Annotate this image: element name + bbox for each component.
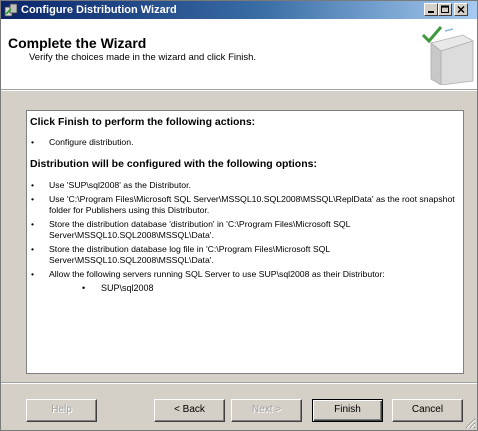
finish-label: Finish bbox=[334, 404, 361, 415]
bullet: • bbox=[31, 219, 35, 229]
help-label: Help bbox=[51, 404, 72, 415]
action-item: • Configure distribution. bbox=[30, 137, 457, 148]
maximize-icon bbox=[441, 5, 449, 13]
server-item: • SUP\sql2008 bbox=[30, 283, 457, 294]
title-bar[interactable]: Configure Distribution Wizard bbox=[1, 1, 477, 19]
next-button[interactable]: Next > bbox=[231, 399, 302, 422]
wizard-window: Configure Distribution Wizard Complete t… bbox=[0, 0, 478, 431]
options-heading: Distribution will be configured with the… bbox=[30, 158, 317, 170]
option-text: Use 'C:\Program Files\Microsoft SQL Serv… bbox=[49, 194, 455, 215]
server-check-icon bbox=[421, 26, 474, 85]
minimize-icon bbox=[428, 11, 434, 13]
back-label: < Back bbox=[174, 404, 205, 415]
option-text: Store the distribution database log file… bbox=[49, 244, 330, 265]
cancel-label: Cancel bbox=[411, 404, 444, 415]
finish-button[interactable]: Finish bbox=[312, 399, 383, 422]
actions-heading: Click Finish to perform the following ac… bbox=[30, 116, 256, 128]
option-text: Use 'SUP\sql2008' as the Distributor. bbox=[49, 180, 191, 190]
bullet: • bbox=[31, 269, 35, 279]
bullet: • bbox=[31, 244, 35, 254]
close-icon bbox=[457, 5, 465, 14]
bullet: • bbox=[31, 137, 35, 147]
server-name: SUP\sql2008 bbox=[101, 283, 154, 293]
option-item: • Allow the following servers running SQ… bbox=[30, 269, 457, 280]
help-button[interactable]: Help bbox=[26, 399, 97, 422]
resize-grip-icon[interactable] bbox=[463, 416, 476, 429]
action-text: Configure distribution. bbox=[49, 137, 134, 147]
summary-panel[interactable]: Click Finish to perform the following ac… bbox=[26, 110, 464, 374]
option-text: Allow the following servers running SQL … bbox=[49, 269, 385, 279]
bullet: • bbox=[31, 180, 35, 190]
page-title: Complete the Wizard bbox=[8, 35, 147, 51]
header-divider bbox=[1, 90, 477, 91]
page-subtitle: Verify the choices made in the wizard an… bbox=[29, 52, 257, 63]
minimize-button[interactable] bbox=[424, 3, 438, 16]
maximize-button[interactable] bbox=[438, 3, 452, 16]
close-button[interactable] bbox=[454, 3, 468, 16]
next-label: Next > bbox=[251, 404, 282, 415]
bullet: • bbox=[31, 194, 35, 204]
cancel-button[interactable]: Cancel bbox=[392, 399, 463, 422]
option-item: • Use 'C:\Program Files\Microsoft SQL Se… bbox=[30, 194, 457, 216]
option-item: • Use 'SUP\sql2008' as the Distributor. bbox=[30, 180, 457, 191]
bullet: • bbox=[82, 283, 86, 293]
wizard-header: Complete the Wizard Verify the choices m… bbox=[1, 19, 477, 90]
button-divider bbox=[1, 382, 477, 384]
back-button[interactable]: < Back bbox=[154, 399, 225, 422]
wizard-app-icon bbox=[4, 3, 18, 17]
window-title: Configure Distribution Wizard bbox=[21, 4, 177, 16]
option-item: • Store the distribution database 'distr… bbox=[30, 219, 457, 241]
option-text: Store the distribution database 'distrib… bbox=[49, 219, 351, 240]
option-item: • Store the distribution database log fi… bbox=[30, 244, 457, 266]
